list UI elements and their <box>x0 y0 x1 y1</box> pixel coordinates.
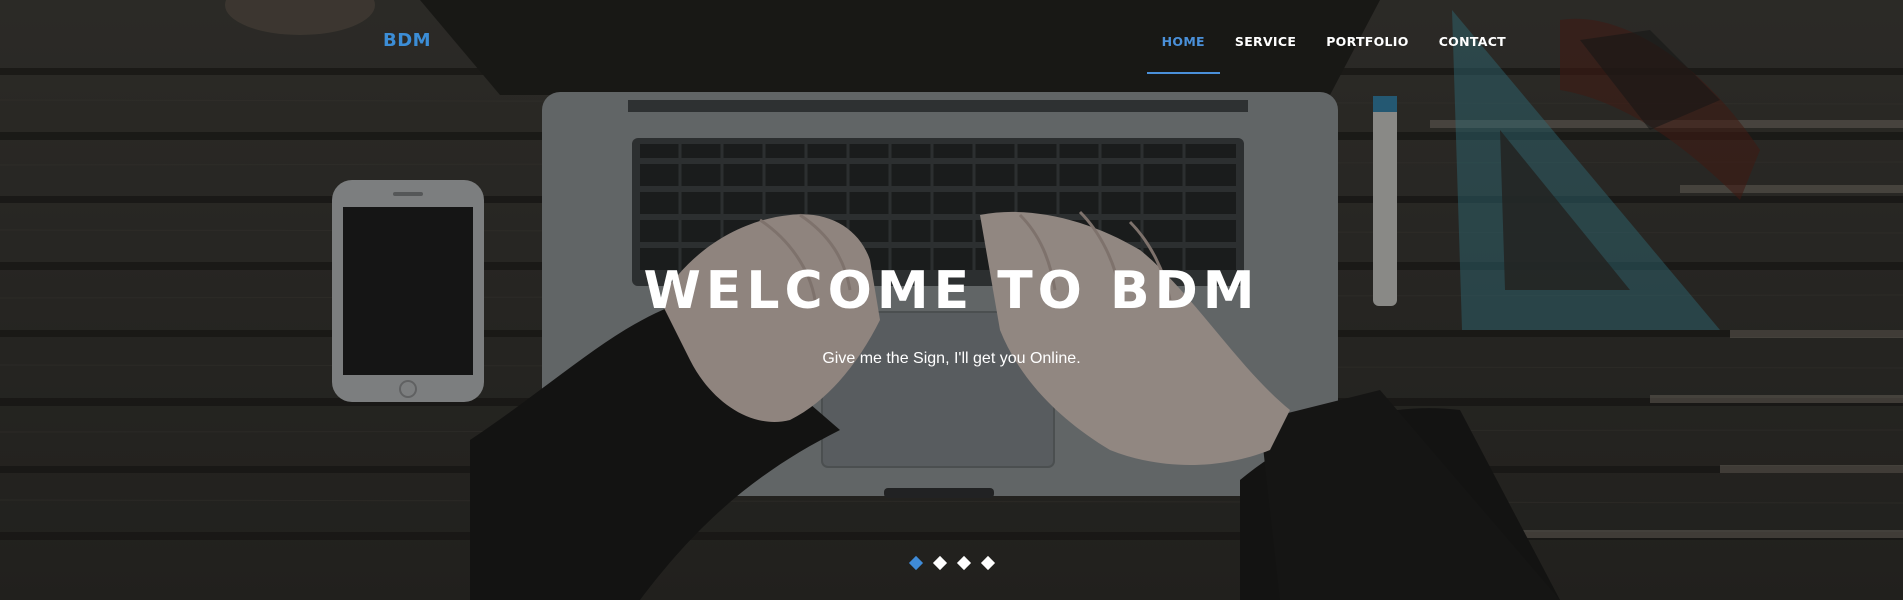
carousel-indicators <box>0 555 1903 571</box>
brand-logo[interactable]: BDM <box>383 30 431 51</box>
nav-item-home[interactable]: HOME <box>1146 0 1220 74</box>
nav-item-portfolio[interactable]: PORTFOLIO <box>1311 0 1424 74</box>
hero-title: WELCOME TO BDM <box>643 261 1260 321</box>
carousel-dot-4[interactable] <box>980 555 995 571</box>
nav-item-label: PORTFOLIO <box>1326 34 1409 49</box>
nav-item-label: CONTACT <box>1438 34 1506 49</box>
nav-item-contact[interactable]: CONTACT <box>1424 0 1521 74</box>
nav-item-service[interactable]: SERVICE <box>1220 0 1311 74</box>
hero-subtitle: Give me the Sign, I'll get you Online. <box>822 350 1081 367</box>
main-nav: HOME SERVICE PORTFOLIO CONTACT <box>1146 0 1521 74</box>
carousel-dot-3[interactable] <box>956 555 971 571</box>
carousel-dot-2[interactable] <box>932 555 947 571</box>
active-nav-underline <box>1146 72 1220 74</box>
carousel-dot-1[interactable] <box>908 555 923 571</box>
nav-item-label: HOME <box>1161 34 1205 49</box>
hero-section: BDM HOME SERVICE PORTFOLIO CONTACT WELCO… <box>0 0 1903 600</box>
nav-item-label: SERVICE <box>1234 34 1297 49</box>
